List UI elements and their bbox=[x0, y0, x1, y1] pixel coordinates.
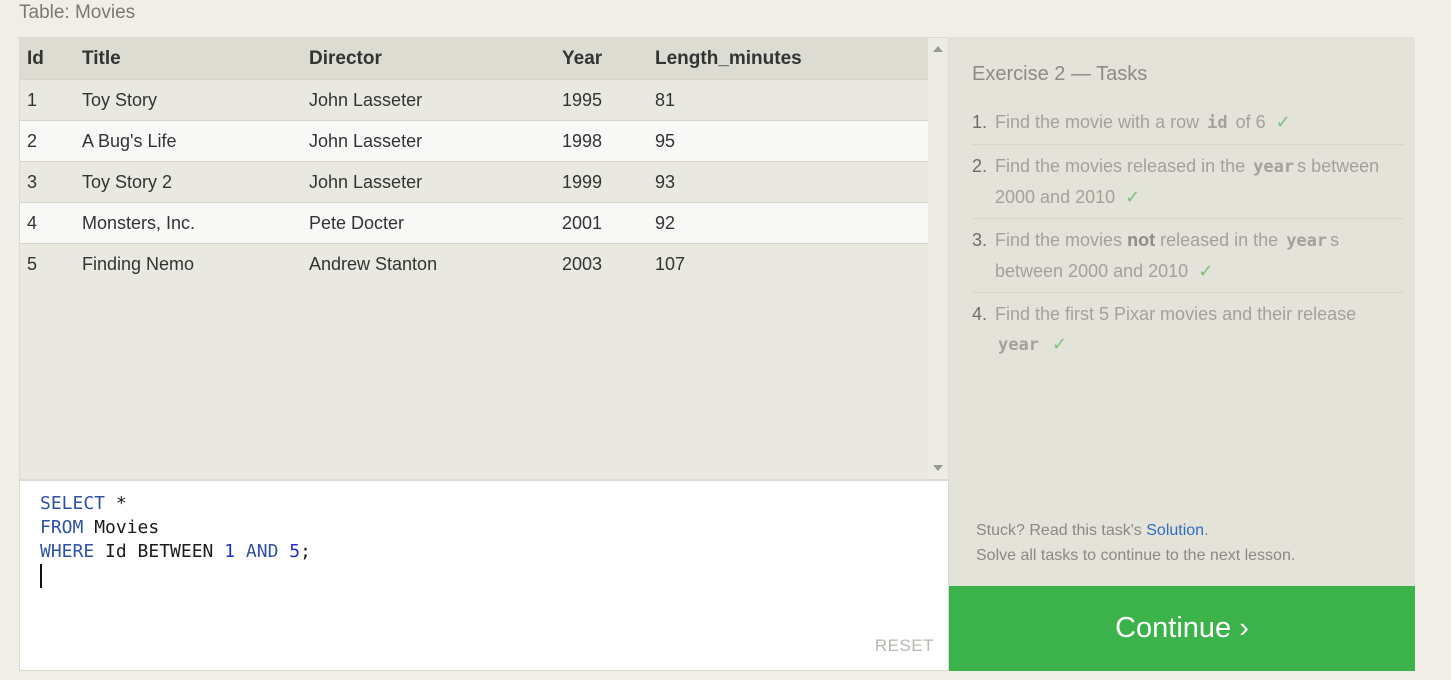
cell-length: 93 bbox=[648, 161, 929, 203]
column-header-length-minutes: Length_minutes bbox=[648, 38, 929, 80]
sql-text: Movies bbox=[83, 517, 160, 538]
table-row: 2 A Bug's Life John Lasseter 1998 95 bbox=[20, 120, 929, 162]
task-emphasis: not bbox=[1127, 230, 1156, 250]
results-scrollbar[interactable] bbox=[928, 38, 948, 479]
results-table-container: Id Title Director Year Length_minutes 1 … bbox=[19, 37, 949, 480]
check-icon: ✓ bbox=[1051, 334, 1068, 354]
task-item-1: 1. Find the movie with a row id of 6 ✓ bbox=[972, 101, 1404, 145]
task-number: 4. bbox=[972, 304, 988, 324]
cell-id: 3 bbox=[20, 161, 75, 203]
task-text: Find the movies not released in the year… bbox=[995, 225, 1404, 286]
task-code: year bbox=[998, 335, 1039, 355]
sql-code[interactable]: SELECT * FROM Movies WHERE Id BETWEEN 1 … bbox=[40, 492, 311, 588]
task-text-part: released in the bbox=[1160, 230, 1279, 250]
cell-id: 4 bbox=[20, 202, 75, 244]
task-number: 3. bbox=[972, 230, 988, 250]
left-panel: Id Title Director Year Length_minutes 1 … bbox=[19, 37, 949, 671]
task-code: id bbox=[1207, 113, 1228, 133]
cell-length: 107 bbox=[648, 243, 929, 284]
sql-keyword: AND bbox=[235, 541, 290, 562]
cell-title: Toy Story 2 bbox=[75, 161, 302, 203]
cell-id: 5 bbox=[20, 243, 75, 284]
task-text-part: Find the movies bbox=[995, 230, 1123, 250]
solution-link[interactable]: Solution bbox=[1146, 522, 1204, 539]
column-header-title: Title bbox=[75, 38, 302, 80]
cell-director: Pete Docter bbox=[302, 202, 555, 244]
table-caption: Table: Movies bbox=[19, 2, 136, 23]
task-item-3: 3. Find the movies not released in the y… bbox=[972, 219, 1404, 293]
column-header-director: Director bbox=[302, 38, 555, 80]
task-text: Find the movies released in the year s be… bbox=[995, 151, 1404, 212]
cell-length: 81 bbox=[648, 79, 929, 121]
help-prefix: Stuck? Read this task's bbox=[976, 522, 1147, 539]
cell-director: John Lasseter bbox=[302, 161, 555, 203]
cell-year: 2001 bbox=[555, 202, 648, 244]
check-icon: ✓ bbox=[1275, 112, 1291, 132]
cell-year: 2003 bbox=[555, 243, 648, 284]
task-item-4: 4. Find the first 5 Pixar movies and the… bbox=[972, 293, 1404, 366]
sql-keyword: WHERE bbox=[40, 541, 95, 562]
sql-keyword: FROM bbox=[40, 517, 84, 538]
reset-button[interactable]: RESET bbox=[875, 634, 934, 658]
sql-text: ; bbox=[300, 541, 311, 562]
task-text-part: Find the movie with a row bbox=[995, 112, 1200, 132]
cell-director: John Lasseter bbox=[302, 120, 555, 162]
task-text: Find the first 5 Pixar movies and their … bbox=[995, 299, 1404, 360]
cell-title: Finding Nemo bbox=[75, 243, 302, 284]
sql-text: * bbox=[105, 493, 127, 514]
table-row: 3 Toy Story 2 John Lasseter 1999 93 bbox=[20, 161, 929, 203]
task-code: year bbox=[1286, 231, 1328, 251]
column-header-id: Id bbox=[20, 38, 75, 80]
tasks-panel: Exercise 2 — Tasks 1. Find the movie wit… bbox=[949, 37, 1415, 586]
cell-year: 1995 bbox=[555, 79, 648, 121]
scroll-up-arrow-icon[interactable] bbox=[933, 46, 943, 52]
cell-title: Monsters, Inc. bbox=[75, 202, 302, 244]
task-list: 1. Find the movie with a row id of 6 ✓ 2.… bbox=[972, 101, 1404, 366]
movies-table: Id Title Director Year Length_minutes 1 … bbox=[20, 38, 929, 284]
cell-id: 2 bbox=[20, 120, 75, 162]
check-icon: ✓ bbox=[1125, 187, 1141, 207]
task-text-part: of 6 bbox=[1235, 112, 1266, 132]
task-item-2: 2. Find the movies released in the year s… bbox=[972, 145, 1404, 219]
help-text: Stuck? Read this task's Solution. Solve … bbox=[976, 518, 1295, 568]
task-code: year bbox=[1253, 157, 1295, 177]
help-suffix: . bbox=[1204, 522, 1209, 539]
task-text-part: Find the movies released in the bbox=[995, 156, 1246, 176]
task-number: 2. bbox=[972, 156, 988, 176]
cell-year: 1998 bbox=[555, 120, 648, 162]
check-icon: ✓ bbox=[1198, 261, 1214, 281]
tasks-title: Exercise 2 — Tasks bbox=[972, 63, 1148, 85]
task-number: 1. bbox=[972, 112, 988, 132]
sql-editor[interactable]: SELECT * FROM Movies WHERE Id BETWEEN 1 … bbox=[19, 480, 949, 671]
scroll-down-arrow-icon[interactable] bbox=[933, 465, 943, 471]
table-row: 5 Finding Nemo Andrew Stanton 2003 107 bbox=[20, 243, 929, 284]
table-row: 4 Monsters, Inc. Pete Docter 2001 92 bbox=[20, 202, 929, 244]
sql-text: Id BETWEEN bbox=[94, 541, 225, 562]
sql-number: 1 bbox=[224, 541, 236, 562]
cell-year: 1999 bbox=[555, 161, 648, 203]
table-header-row: Id Title Director Year Length_minutes bbox=[20, 38, 929, 80]
cell-length: 95 bbox=[648, 120, 929, 162]
cell-title: A Bug's Life bbox=[75, 120, 302, 162]
text-cursor bbox=[40, 564, 42, 588]
sql-keyword: SELECT bbox=[40, 493, 106, 514]
task-text: Find the movie with a row id of 6 ✓ bbox=[995, 107, 1404, 138]
table-row: 1 Toy Story John Lasseter 1995 81 bbox=[20, 79, 929, 121]
column-header-year: Year bbox=[555, 38, 648, 80]
task-text-part: Find the first 5 Pixar movies and their … bbox=[995, 304, 1357, 324]
cell-director: John Lasseter bbox=[302, 79, 555, 121]
continue-button[interactable]: Continue › bbox=[949, 586, 1415, 671]
cell-length: 92 bbox=[648, 202, 929, 244]
sql-number: 5 bbox=[289, 541, 301, 562]
cell-title: Toy Story bbox=[75, 79, 302, 121]
cell-id: 1 bbox=[20, 79, 75, 121]
help-line-2: Solve all tasks to continue to the next … bbox=[976, 547, 1296, 564]
cell-director: Andrew Stanton bbox=[302, 243, 555, 284]
